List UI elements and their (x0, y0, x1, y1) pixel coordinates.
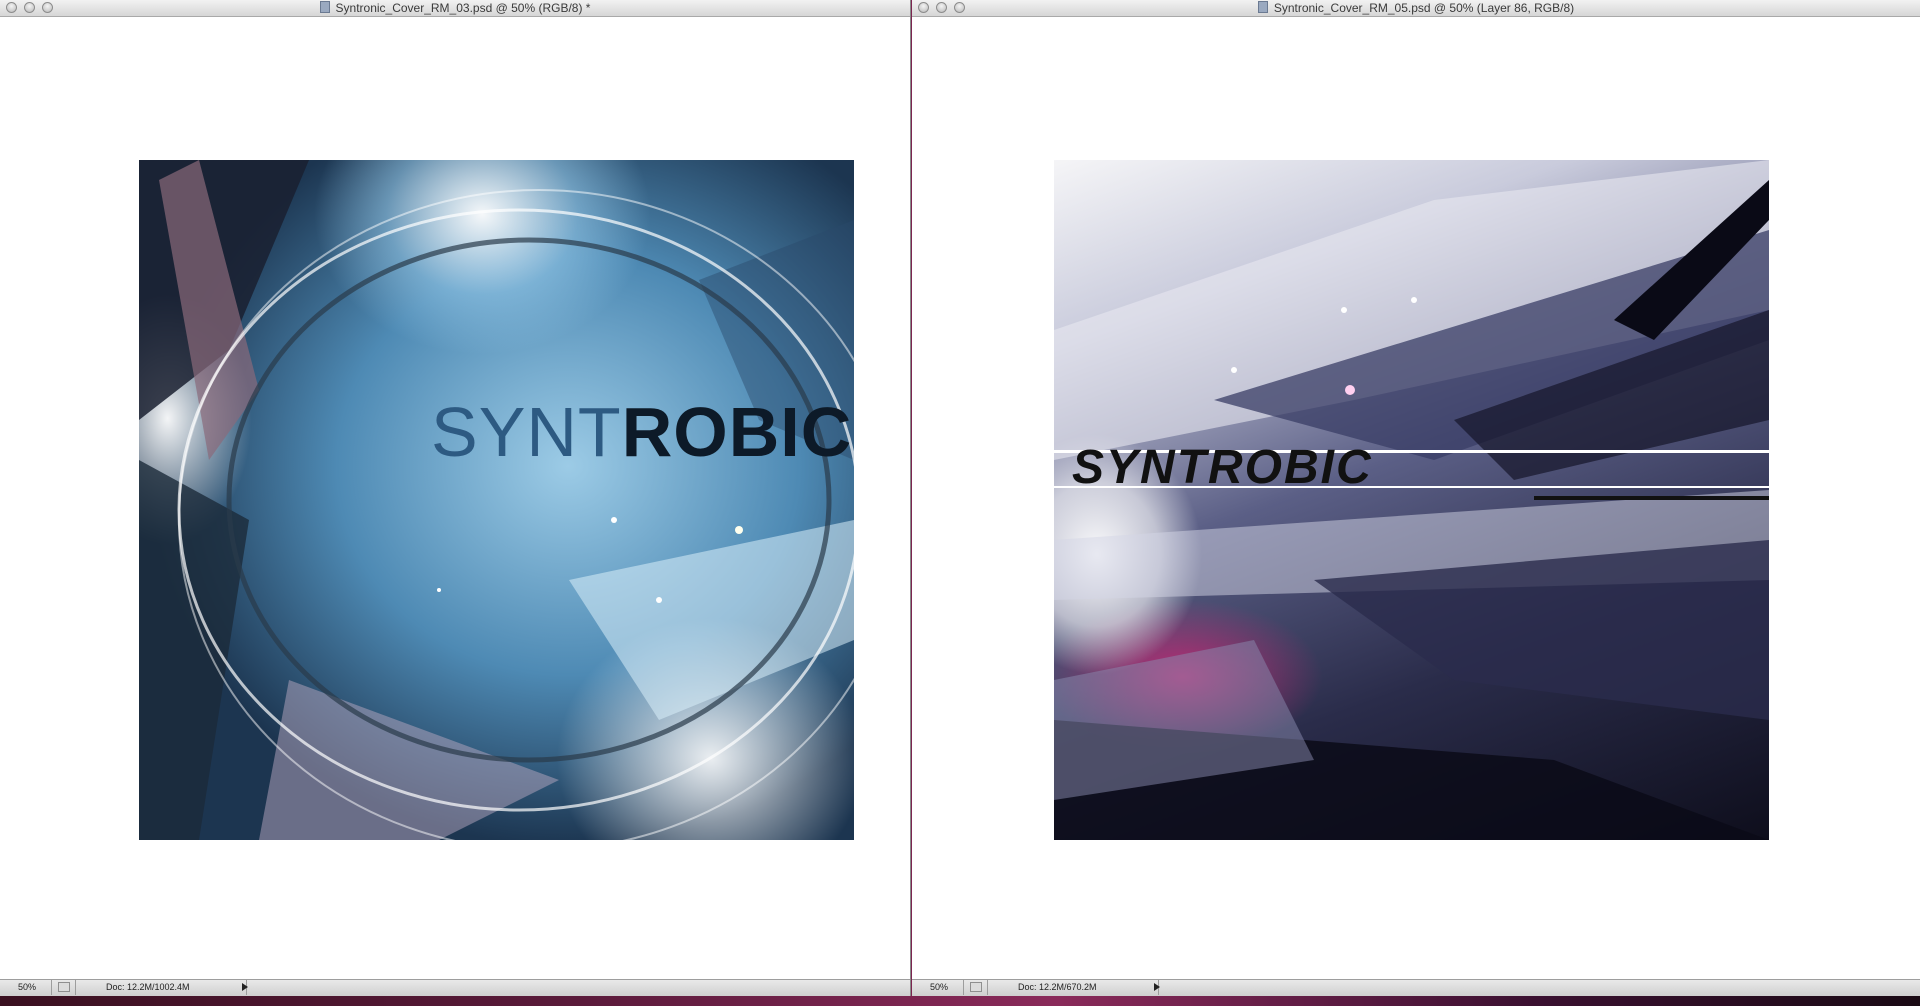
artwork-shapes-right (1054, 160, 1769, 840)
statusbar-left: 50% Doc: 12.2M/1002.4M (0, 979, 910, 996)
titlebar-left[interactable]: Syntronic_Cover_RM_03.psd @ 50% (RGB/8) … (0, 0, 910, 17)
status-preview-icon[interactable] (970, 982, 982, 992)
window-title-text: Syntronic_Cover_RM_05.psd @ 50% (Layer 8… (1273, 1, 1575, 15)
status-menu-arrow-icon[interactable] (1154, 983, 1160, 991)
album-title-light: SYNT (431, 393, 622, 471)
statusbar-right: 50% Doc: 12.2M/670.2M (912, 979, 1920, 996)
cover-artwork-right: SYNTROBIC (1054, 160, 1769, 840)
album-title-left: SYNTROBIC (431, 392, 852, 472)
titlebar-right[interactable]: Syntronic_Cover_RM_05.psd @ 50% (Layer 8… (912, 0, 1920, 17)
window-title-right: Syntronic_Cover_RM_05.psd @ 50% (Layer 8… (912, 0, 1920, 16)
canvas-area-right[interactable]: SYNTROBIC (912, 17, 1920, 979)
psd-document-icon (319, 1, 330, 13)
zoom-level-field[interactable]: 50% (0, 980, 52, 995)
zoom-level-field[interactable]: 50% (912, 980, 964, 995)
artwork-shapes-left (139, 160, 854, 840)
status-preview-icon[interactable] (58, 982, 70, 992)
canvas-area-left[interactable]: SYNTROBIC (0, 17, 910, 979)
status-menu-arrow-icon[interactable] (242, 983, 248, 991)
document-size-info: Doc: 12.2M/670.2M (987, 980, 1159, 995)
psd-document-icon (1257, 1, 1268, 13)
album-title-bold: ROBIC (621, 393, 853, 471)
window-title-left: Syntronic_Cover_RM_03.psd @ 50% (RGB/8) … (0, 0, 910, 16)
cover-artwork-left: SYNTROBIC (139, 160, 854, 840)
document-window-left[interactable]: Syntronic_Cover_RM_03.psd @ 50% (RGB/8) … (0, 0, 911, 996)
window-title-text: Syntronic_Cover_RM_03.psd @ 50% (RGB/8) … (335, 1, 591, 15)
document-window-right[interactable]: Syntronic_Cover_RM_05.psd @ 50% (Layer 8… (912, 0, 1920, 996)
album-title-right: SYNTROBIC (1072, 441, 1373, 494)
speed-line (1534, 496, 1769, 500)
document-size-info: Doc: 12.2M/1002.4M (75, 980, 247, 995)
